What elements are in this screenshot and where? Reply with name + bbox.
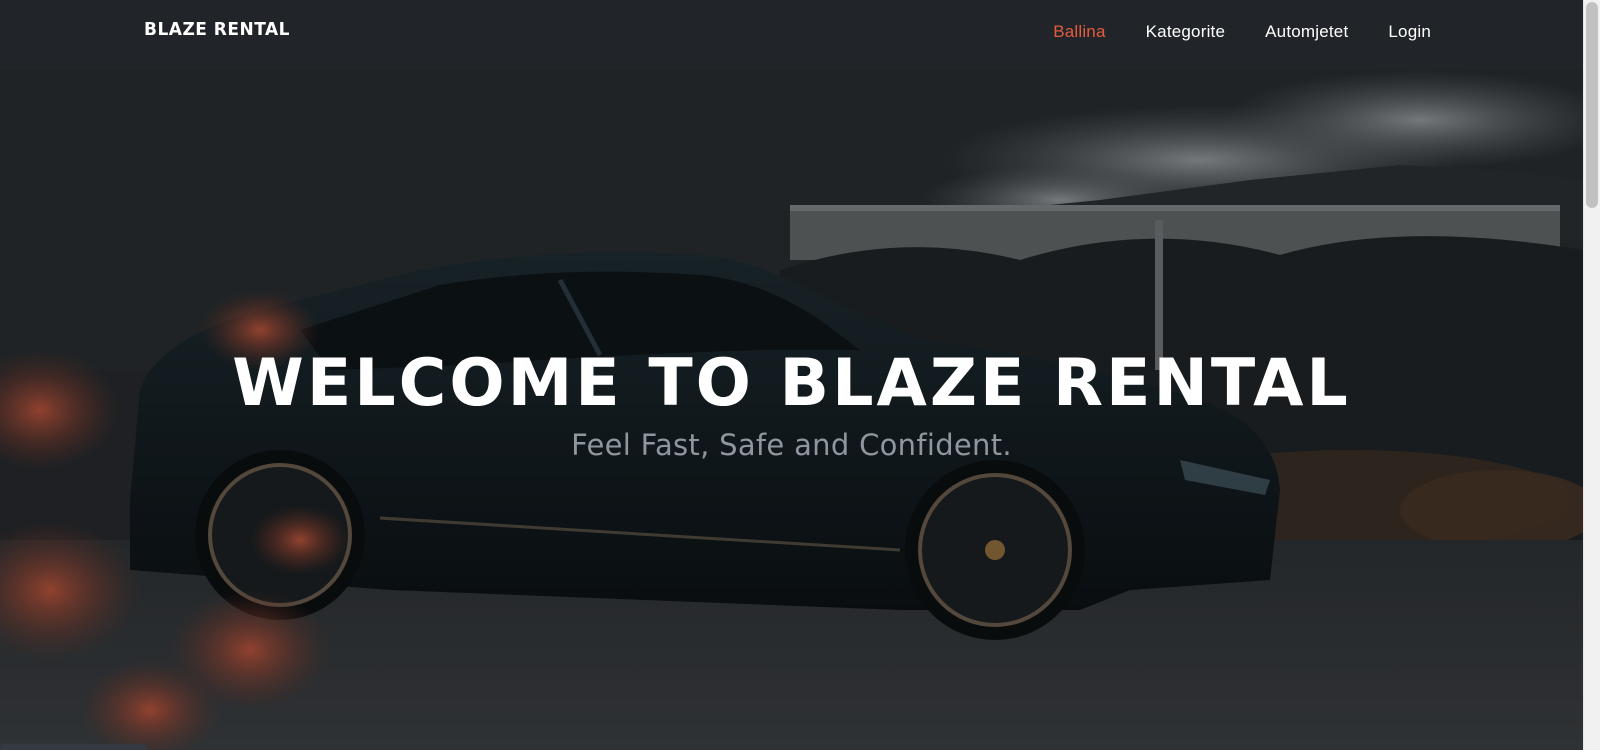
nav-link-automjetet[interactable]: Automjetet bbox=[1265, 22, 1348, 42]
hero-subtitle: Feel Fast, Safe and Confident. bbox=[571, 428, 1012, 462]
bottom-edge-tab bbox=[0, 744, 147, 750]
navbar: BLAZE RENTAL Ballina Kategorite Automjet… bbox=[0, 0, 1583, 70]
vertical-scrollbar[interactable] bbox=[1583, 0, 1600, 750]
hero-section: WELCOME TO BLAZE RENTAL Feel Fast, Safe … bbox=[0, 70, 1583, 750]
scrollbar-thumb[interactable] bbox=[1586, 2, 1598, 208]
page-viewport: BLAZE RENTAL Ballina Kategorite Automjet… bbox=[0, 0, 1583, 750]
nav-link-ballina[interactable]: Ballina bbox=[1053, 22, 1105, 42]
hero-title: WELCOME TO BLAZE RENTAL bbox=[232, 346, 1351, 421]
brand-logo[interactable]: BLAZE RENTAL bbox=[144, 20, 290, 41]
nav-link-kategorite[interactable]: Kategorite bbox=[1146, 22, 1226, 42]
nav-links: Ballina Kategorite Automjetet Login bbox=[1053, 22, 1431, 42]
nav-link-login[interactable]: Login bbox=[1388, 22, 1431, 42]
